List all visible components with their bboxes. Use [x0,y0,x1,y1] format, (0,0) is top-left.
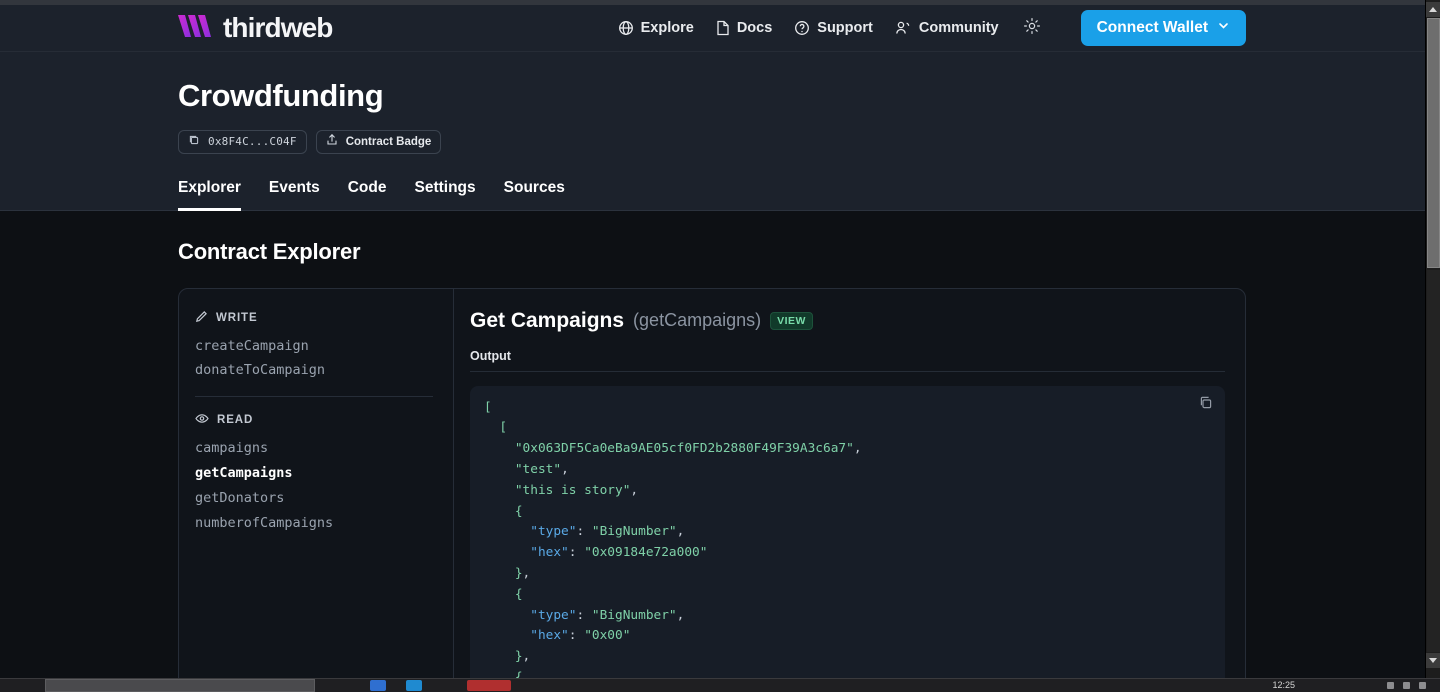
function-donateToCampaign[interactable]: donateToCampaign [195,361,433,380]
screen: thirdweb Explore Docs Support Community … [0,0,1440,692]
taskbar-clock: 12:25 [1272,680,1295,690]
thirdweb-logo-icon [178,14,214,42]
function-numberofCampaigns[interactable]: numberofCampaigns [195,514,433,533]
connect-wallet-label: Connect Wallet [1096,19,1208,36]
function-getDonators[interactable]: getDonators [195,489,433,508]
page-title: Crowdfunding [178,78,384,113]
tray-icon-3[interactable] [1419,682,1426,689]
function-getCampaigns[interactable]: getCampaigns [195,464,433,483]
nav-item-explore[interactable]: Explore [618,20,694,36]
taskbar-app-icon-2[interactable] [406,680,422,691]
connect-wallet-button[interactable]: Connect Wallet [1080,10,1246,46]
function-createCampaign[interactable]: createCampaign [195,337,433,356]
read-group-label: READ [217,414,254,427]
document-icon [716,20,730,36]
copy-icon [188,133,200,151]
theme-toggle-button[interactable] [1023,17,1041,40]
site-header: thirdweb Explore Docs Support Community … [0,5,1425,52]
contract-explorer-card: WRITE createCampaign donateToCampaign RE… [178,287,1246,692]
section-title: Contract Explorer [178,238,361,264]
nav-label: Community [918,20,999,36]
contract-address-label: 0x8F4C...C04F [208,135,297,149]
scrollbar-track[interactable] [1427,270,1440,652]
nav-item-support[interactable]: Support [794,20,873,36]
share-upload-icon [326,133,338,151]
output-json: [ [ "0x063DF5Ca0eBa9AE05cf0FD2b2880F49F3… [484,399,862,692]
scrollbar-thumb[interactable] [1427,18,1440,268]
tab-settings[interactable]: Settings [414,179,475,211]
question-circle-icon [794,20,810,36]
function-sidebar: WRITE createCampaign donateToCampaign RE… [179,288,454,692]
contract-address-chip[interactable]: 0x8F4C...C04F [178,129,307,154]
contract-badge-chip[interactable]: Contract Badge [315,129,442,154]
tray-icon-1[interactable] [1387,682,1394,689]
tab-events[interactable]: Events [269,179,320,211]
pencil-icon [195,310,208,326]
nav-item-docs[interactable]: Docs [716,20,772,36]
function-campaigns[interactable]: campaigns [195,439,433,458]
tray-icon-2[interactable] [1403,682,1410,689]
scroll-down-arrow-icon [1429,658,1437,663]
taskbar-window-button[interactable] [45,679,315,692]
contract-tabs: Explorer Events Code Settings Sources [0,153,1425,211]
read-group-header: READ [195,412,433,428]
contract-title-section: Crowdfunding 0x8F4C...C04F Contract Badg… [0,52,1425,154]
scroll-down-button[interactable] [1426,653,1440,668]
nav-label: Support [817,20,873,36]
scroll-up-button[interactable] [1426,2,1440,17]
function-signature: (getCampaigns) [633,310,762,331]
sidebar-divider [195,396,433,398]
function-header: Get Campaigns (getCampaigns) VIEW [470,309,1225,333]
tab-code[interactable]: Code [348,179,387,211]
function-detail-panel: Get Campaigns (getCampaigns) VIEW Output… [454,289,1245,692]
function-title: Get Campaigns [470,308,625,332]
people-icon [895,20,912,36]
main-nav: Explore Docs Support Community Connect W… [618,10,1425,46]
scroll-up-arrow-icon [1429,7,1437,12]
write-function-list: createCampaign donateToCampaign [195,337,433,381]
read-function-list: campaigns getCampaigns getDonators numbe… [195,439,433,533]
state-mutability-badge: VIEW [770,311,813,330]
brand-name: thirdweb [223,12,333,43]
taskbar-tray [1387,682,1426,689]
page-scrollbar[interactable] [1425,0,1440,692]
eye-icon [195,412,209,428]
contract-badge-label: Contract Badge [345,135,432,148]
tab-sources[interactable]: Sources [504,179,565,211]
page-content: thirdweb Explore Docs Support Community … [0,5,1425,692]
write-group-label: WRITE [216,311,258,324]
nav-label: Explore [640,20,694,36]
output-code-block: [ [ "0x063DF5Ca0eBa9AE05cf0FD2b2880F49F3… [470,385,1225,692]
contract-chips: 0x8F4C...C04F Contract Badge [178,129,1425,154]
taskbar-app-icon-1[interactable] [370,680,386,691]
copy-output-icon[interactable] [1198,395,1213,415]
nav-label: Docs [736,20,773,36]
chevron-down-icon [1217,19,1230,37]
globe-icon [618,20,634,36]
brand-logo[interactable]: thirdweb [178,12,333,44]
nav-item-community[interactable]: Community [895,20,999,36]
sun-icon [1023,17,1041,40]
taskbar-app-icon-3[interactable] [467,680,511,691]
main-content: Contract Explorer WRITE createCampaign d [0,210,1425,692]
output-label: Output [470,349,1225,372]
write-group-header: WRITE [195,310,433,326]
tab-explorer[interactable]: Explorer [178,179,241,211]
os-taskbar: 12:25 [0,678,1440,692]
